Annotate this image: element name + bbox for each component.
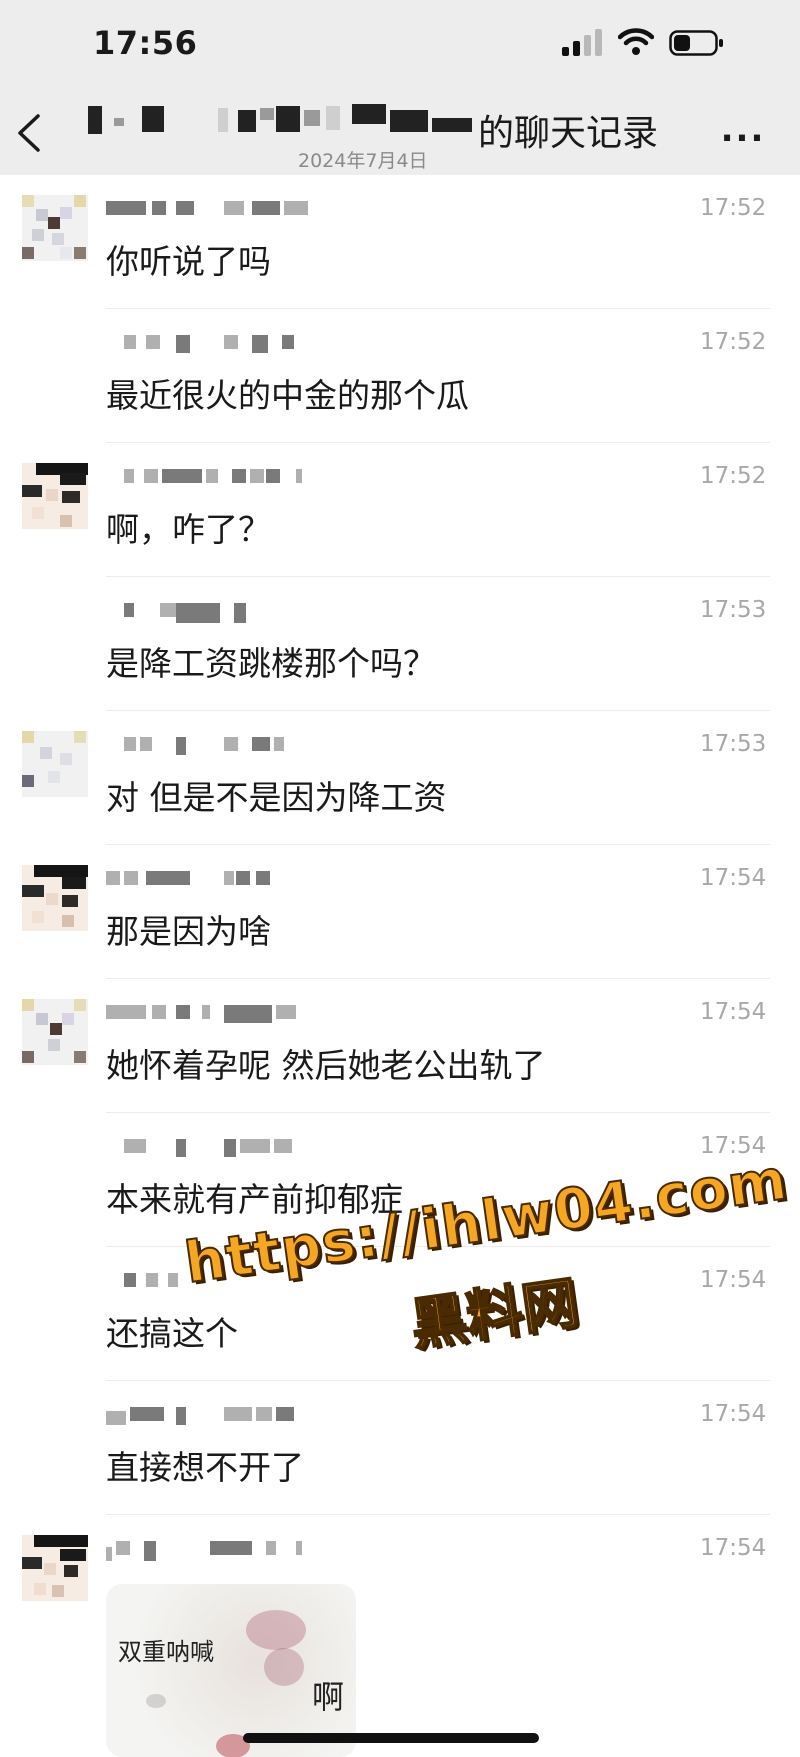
sticker-blot (264, 1648, 304, 1686)
status-bar: 17:56 (0, 0, 800, 90)
message-time: 17:52 (700, 329, 767, 355)
message-item: 17:54 她怀着孕呢 然后她老公出轨了 (0, 979, 800, 1113)
sticker-blot (146, 1694, 166, 1708)
sticker-image[interactable]: 双重呐喊 啊 (106, 1584, 356, 1757)
wifi-icon (618, 28, 654, 55)
avatar[interactable] (22, 1535, 88, 1601)
sender-name-redacted (106, 333, 326, 355)
message-text[interactable]: 是降工资跳楼那个吗？ (106, 637, 436, 685)
message-text[interactable]: 那是因为啥 (106, 905, 271, 953)
avatar[interactable] (22, 463, 88, 529)
message-time: 17:54 (700, 1401, 767, 1427)
message-time: 17:53 (700, 597, 767, 623)
more-button[interactable]: ... (718, 110, 768, 150)
message-text[interactable]: 啊，咋了？ (106, 503, 271, 551)
status-time: 17:56 (93, 24, 198, 62)
message-item: 17:52 你听说了吗 (0, 175, 800, 309)
avatar[interactable] (22, 731, 88, 797)
avatar[interactable] (22, 865, 88, 931)
message-time: 17:54 (700, 865, 767, 891)
message-text[interactable]: 直接想不开了 (106, 1441, 304, 1489)
message-time: 17:52 (700, 195, 767, 221)
sender-name-redacted (106, 467, 326, 489)
message-item: 17:52 啊，咋了？ (0, 443, 800, 577)
message-text[interactable]: 最近很火的中金的那个瓜 (106, 369, 469, 417)
message-item: 17:54 直接想不开了 (0, 1381, 800, 1515)
message-item: 17:54 那是因为啥 (0, 845, 800, 979)
chat-title-suffix: 的聊天记录 (478, 113, 659, 154)
message-time: 17:54 (700, 1535, 767, 1561)
sticker-caption: 双重呐喊 (118, 1638, 214, 1666)
sender-name-redacted (106, 601, 326, 623)
sender-name-redacted (106, 199, 326, 221)
nav-bar: 的聊天记录 2024年7月4日 ... (0, 90, 800, 175)
sticker-exclamation: 啊 (312, 1678, 345, 1716)
message-text[interactable]: 对 但是不是因为降工资 (106, 771, 447, 819)
sender-name-redacted (106, 1539, 326, 1561)
message-text[interactable]: 她怀着孕呢 然后她老公出轨了 (106, 1039, 546, 1087)
cellular-signal-icon (562, 28, 604, 56)
avatar[interactable] (22, 195, 88, 261)
home-indicator[interactable] (243, 1733, 539, 1743)
message-item: 17:53 对 但是不是因为降工资 (0, 711, 800, 845)
back-button[interactable] (10, 108, 50, 158)
sender-name-redacted (106, 735, 326, 757)
message-item: 17:52 最近很火的中金的那个瓜 (0, 309, 800, 443)
chat-date: 2024年7月4日 (298, 150, 428, 172)
message-item: 17:53 是降工资跳楼那个吗？ (0, 577, 800, 711)
message-time: 17:52 (700, 463, 767, 489)
sender-name-redacted (106, 1003, 326, 1025)
sender-name-redacted (106, 869, 326, 891)
avatar[interactable] (22, 999, 88, 1065)
battery-icon (669, 30, 723, 56)
sender-name-redacted (106, 1137, 326, 1159)
watermark-site-name: 黑料网 (406, 1270, 583, 1360)
sticker-blot (246, 1610, 306, 1650)
chat-title: 的聊天记录 2024年7月4日 (80, 94, 700, 172)
message-time: 17:54 (700, 999, 767, 1025)
message-time: 17:53 (700, 731, 767, 757)
message-text[interactable]: 你听说了吗 (106, 235, 271, 283)
